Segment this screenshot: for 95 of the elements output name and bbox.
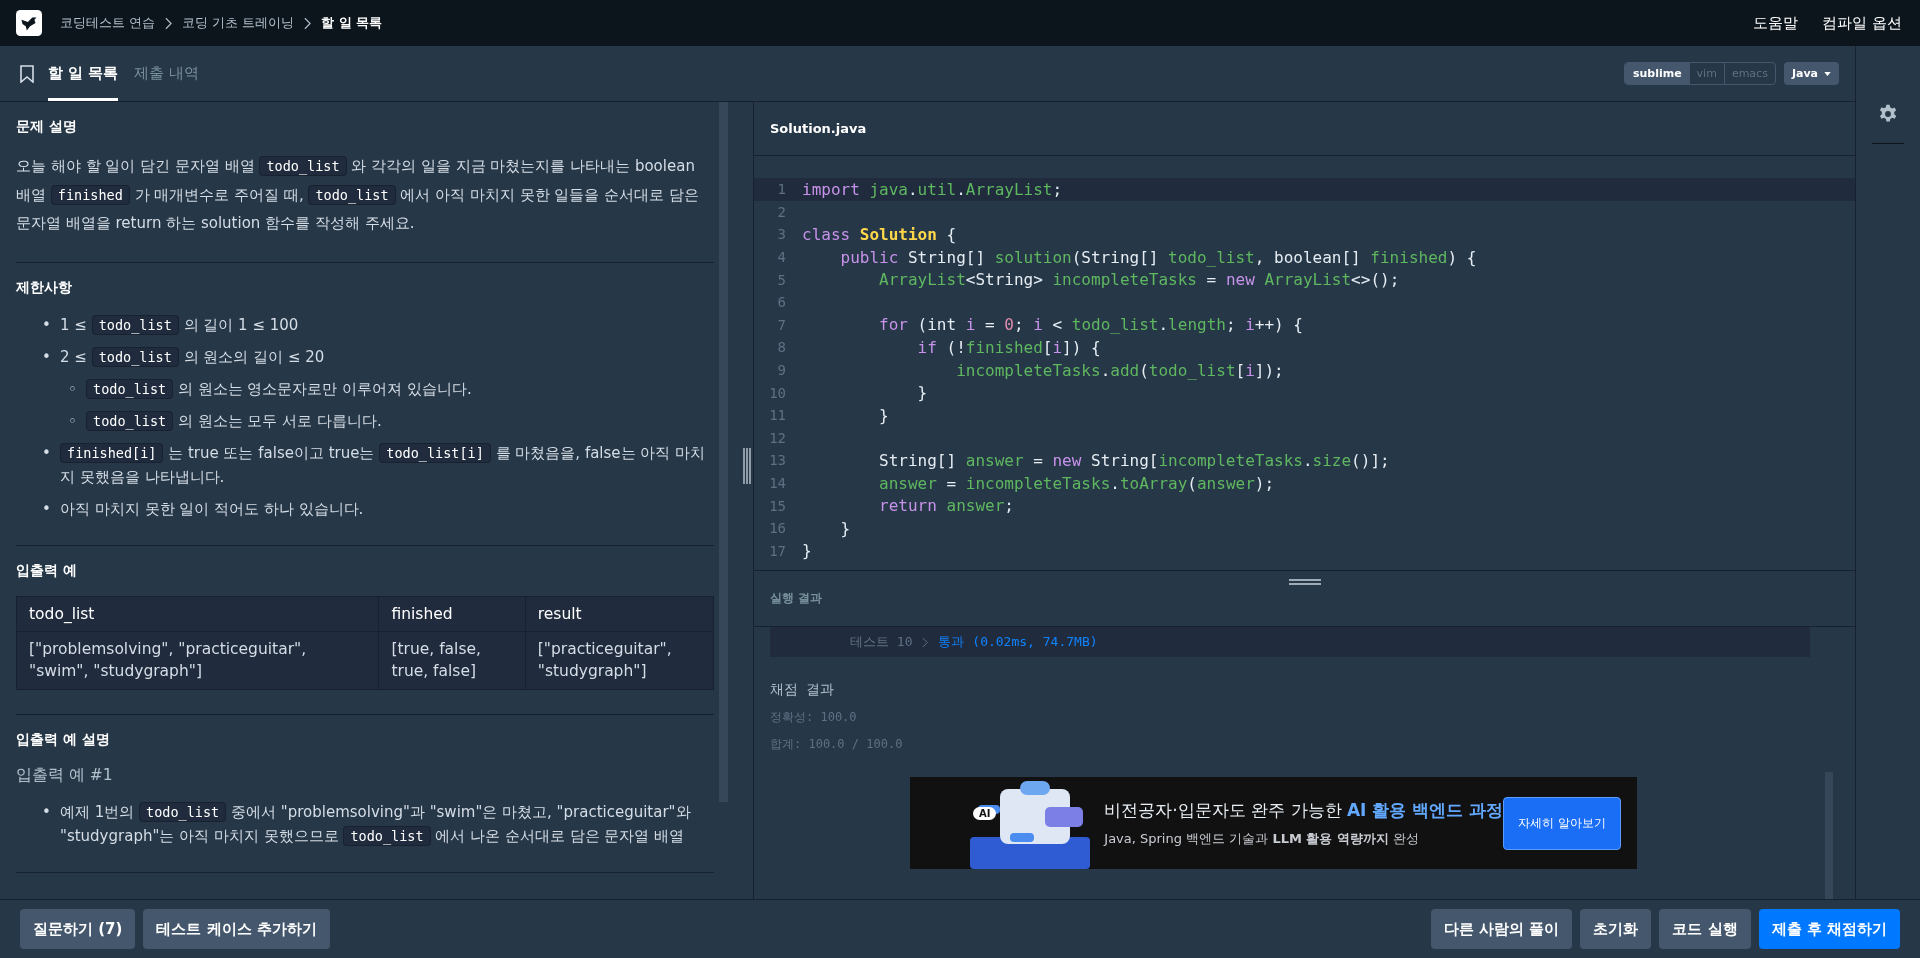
line-number: 2 (776, 203, 787, 220)
code-line: } (802, 541, 812, 561)
tab[interactable]: 할 일 목록 (48, 46, 119, 101)
list-item: todo_list 의 원소는 모두 서로 다릅니다. (86, 408, 714, 433)
illustration-label: AI (973, 807, 997, 820)
line-number: 12 (768, 429, 787, 446)
table-cell: ["practiceguitar", "studygraph"] (525, 631, 714, 690)
action-button[interactable]: 질문하기 (7) (20, 909, 136, 949)
section-title: 입출력 예 설명 (16, 730, 111, 749)
line-number: 7 (776, 316, 787, 333)
code-line: class Solution { (802, 225, 957, 244)
ad-subline: Java, Spring 백엔드 기술과 LLM 활용 역량까지 완성 (1104, 829, 1421, 848)
code-line: if (!finished[i]) { (916, 337, 1101, 357)
file-name: Solution.java (754, 102, 1855, 156)
section-title: 문제 설명 (16, 118, 78, 136)
code-line: } (916, 383, 928, 403)
line-number: 15 (768, 497, 787, 514)
code-line: ArrayList<String> incompleteTasks = new ArrayList<>(); (878, 270, 1400, 290)
line-number: 10 (768, 384, 787, 401)
list-item: finished[i] 는 true 또는 false이고 true는 todo_list[i] 를 마쳤음을, false는 아직 마치지 못했음을 나타냅니다. (60, 441, 707, 488)
code-line: return answer; (878, 496, 1014, 516)
bird-logo-icon[interactable] (16, 10, 42, 36)
learn-more-button[interactable]: 자세히 알아보기 (1503, 796, 1621, 850)
language-dropdown[interactable]: Java (1783, 62, 1839, 85)
test-result: 통과 (0.02ms, 74.7MB) (938, 633, 1098, 651)
caret-icon (1824, 71, 1831, 76)
list-item: 2 ≤ todo_list 의 원소의 길이 ≤ 20 (60, 345, 326, 369)
line-number: 17 (768, 542, 787, 559)
example-subtitle: 입출력 예 #1 (16, 764, 114, 786)
list-item: 예제 1번의 todo_list 중에서 "problemsolving"과 "swim"은 마쳤고, "practiceguitar"와 "studygraph"는 아직 마치지 못했으므로 todo_list 에서 나온 순서대로 담은 문자열 배열 (60, 800, 692, 848)
test-label: 테스트 10 (850, 633, 913, 651)
code-line: } (878, 405, 889, 425)
list-item: todo_list 의 원소는 영소문자로만 이루어져 있습니다. (86, 376, 714, 401)
breadcrumb-link[interactable]: 할 일 목록 (321, 14, 383, 32)
line-number: 11 (768, 407, 787, 424)
table-cell: [true, false, true, false] (378, 631, 526, 690)
chevron-right-icon (165, 16, 173, 30)
table-header-cell: finished (378, 596, 526, 632)
table-header-cell: todo_list (16, 596, 379, 632)
bullet-marker: • (42, 801, 52, 823)
breadcrumb-link[interactable]: 코딩테스트 연습 (60, 14, 156, 32)
ad-banner[interactable]: AI 비전공자·입문자도 완주 가능한 AI 활용 백엔드 과정 Java, Spring 백엔드 기술과 LLM 활용 역량까지 완성 자세히 알아보기 (910, 777, 1637, 869)
resize-handle-icon[interactable] (1288, 579, 1321, 585)
section-title: 입출력 예 (16, 561, 78, 580)
line-number: 13 (768, 452, 787, 469)
list-item: 아직 마치지 못한 일이 적어도 하나 있습니다. (60, 498, 365, 520)
chevron-right-icon (304, 16, 312, 30)
bullet-marker: ◦ (68, 378, 78, 400)
bullet-marker: • (42, 346, 52, 368)
editor-mode-button[interactable]: sublime (1624, 63, 1689, 84)
code-line: public String[] solution(String[] todo_list, boolean[] finished) { (839, 247, 1477, 267)
line-number: 9 (776, 362, 787, 379)
table-cell: ["problemsolving", "practiceguitar", "swim", "studygraph"] (16, 631, 379, 690)
grading-line: 정확성: 100.0 (770, 709, 858, 726)
grading-title: 채점 결과 (770, 681, 836, 699)
line-number: 6 (776, 294, 787, 311)
list-item: 1 ≤ todo_list 의 길이 1 ≤ 100 (60, 313, 300, 337)
header-link[interactable]: 컴파일 옵션 (1822, 13, 1902, 33)
chevron-right-icon (922, 636, 929, 648)
breadcrumb-link[interactable]: 코딩 기초 트레이닝 (182, 14, 295, 32)
action-button[interactable]: 다른 사람의 풀이 (1430, 909, 1573, 949)
table-header-cell: result (525, 596, 714, 632)
ad-headline: 비전공자·입문자도 완주 가능한 AI 활용 백엔드 과정 (1104, 798, 1504, 822)
line-number: 8 (776, 339, 787, 356)
line-number: 3 (776, 226, 787, 243)
code-line: String[] answer = new String[incompleteTasks.size()]; (878, 450, 1390, 470)
tab[interactable]: 제출 내역 (134, 46, 200, 101)
code-line: incompleteTasks.add(todo_list[i]); (955, 360, 1284, 380)
settings-icon[interactable] (1878, 104, 1898, 124)
code-line: } (839, 518, 851, 538)
code-line: for (int i = 0; i < todo_list.length; i++) { (878, 315, 1303, 335)
bullet-marker: • (42, 314, 52, 336)
line-number: 4 (776, 249, 787, 266)
resize-handle-icon[interactable] (742, 447, 751, 484)
bullet-marker: • (42, 442, 52, 464)
action-button[interactable]: 코드 실행 (1659, 909, 1751, 949)
header-link[interactable]: 도움말 (1753, 13, 1799, 33)
line-number: 16 (768, 520, 787, 537)
code-line: answer = incompleteTasks.toArray(answer); (878, 473, 1275, 493)
action-button[interactable]: 초기화 (1580, 909, 1652, 949)
scrollbar[interactable] (1825, 772, 1833, 899)
line-number: 5 (776, 271, 787, 288)
grading-line: 합계: 100.0 / 100.0 (770, 736, 904, 753)
bullet-marker: • (42, 498, 52, 520)
scrollbar[interactable] (719, 102, 728, 802)
section-title: 제한사항 (16, 278, 73, 297)
bullet-marker: ◦ (68, 410, 78, 432)
line-number: 1 (776, 181, 787, 198)
panel-title: 실행 결과 (770, 590, 823, 607)
paragraph: 오늘 해야 할 일이 담긴 문자열 배열 todo_list 와 각각의 일을 지금 마쳤는지를 나타내는 boolean 배열 finished 가 매개변수로 주어질 때, todo_list 에서 아직 마치지 못한 일들을 순서대로 담은 문자열 배열을 return 하는 solution 함수를 작성해 주세요. (16, 155, 700, 234)
code-line: import java.util.ArrayList; (802, 179, 1063, 199)
action-button[interactable]: 테스트 케이스 추가하기 (143, 909, 330, 949)
action-button[interactable]: 제출 후 채점하기 (1758, 909, 1900, 949)
line-number: 14 (768, 475, 787, 491)
bookmark-icon (20, 64, 34, 83)
